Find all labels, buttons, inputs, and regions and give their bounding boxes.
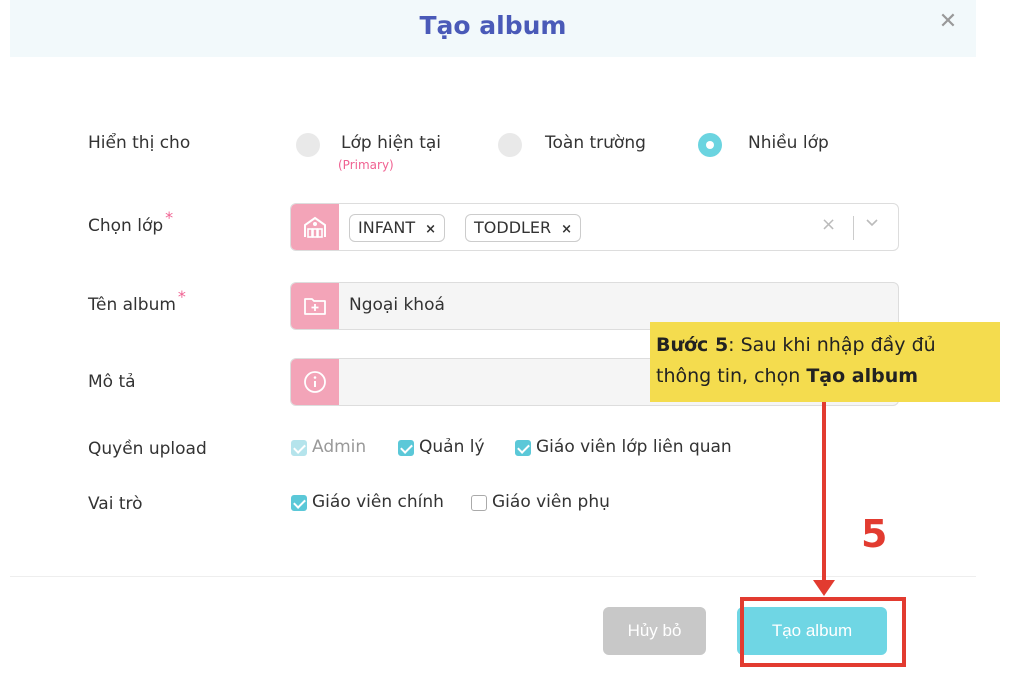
radio-current-class-sublabel: (Primary): [338, 158, 394, 172]
cancel-button[interactable]: Hủy bỏ: [603, 607, 706, 655]
checkbox-related-teacher[interactable]: [515, 440, 531, 456]
album-name-input[interactable]: Ngoại khoá: [349, 295, 445, 315]
radio-multiple-classes[interactable]: [698, 133, 722, 157]
checkbox-main-teacher[interactable]: [291, 495, 307, 511]
step-number: 5: [861, 512, 888, 556]
class-select[interactable]: INFANT × TODDLER × ×: [290, 203, 899, 251]
album-name-label: Tên album *: [88, 287, 186, 315]
class-select-label-text: Chọn lớp: [88, 216, 164, 236]
footer-divider: [10, 576, 976, 577]
tag-toddler: TODDLER ×: [465, 214, 582, 242]
close-icon[interactable]: ✕: [934, 8, 962, 36]
callout-step: Bước 5: [656, 334, 729, 356]
radio-whole-school[interactable]: [498, 133, 522, 157]
role-label: Vai trò: [88, 494, 143, 514]
select-separator: [853, 216, 854, 240]
radio-current-class-label: Lớp hiện tại: [341, 133, 442, 153]
checkbox-admin-label: Admin: [312, 437, 367, 457]
album-name-label-text: Tên album: [88, 295, 176, 315]
display-for-label: Hiển thị cho: [88, 133, 191, 153]
tag-remove-icon[interactable]: ×: [561, 222, 572, 237]
info-icon: [291, 359, 339, 405]
tag-remove-icon[interactable]: ×: [425, 222, 436, 237]
tag-infant-label: INFANT: [358, 218, 416, 237]
folder-plus-icon: [291, 283, 339, 329]
chevron-down-icon[interactable]: [865, 212, 879, 236]
class-building-icon: [291, 204, 339, 250]
arrow-head-icon: [813, 580, 835, 596]
tag-toddler-label: TODDLER: [474, 218, 552, 237]
description-label: Mô tả: [88, 372, 136, 392]
step-arrow: [822, 402, 826, 582]
required-mark: *: [165, 208, 174, 227]
radio-current-class[interactable]: [296, 133, 320, 157]
checkbox-main-teacher-label: Giáo viên chính: [312, 492, 444, 512]
checkbox-related-teacher-label: Giáo viên lớp liên quan: [536, 437, 732, 457]
radio-whole-school-label: Toàn trường: [545, 133, 646, 153]
radio-multiple-classes-label: Nhiều lớp: [748, 133, 829, 153]
checkbox-admin: [291, 440, 307, 456]
required-mark: *: [177, 287, 186, 306]
checkbox-manager-label: Quản lý: [419, 437, 485, 457]
checkbox-assistant-teacher-label: Giáo viên phụ: [492, 492, 610, 512]
checkbox-assistant-teacher[interactable]: [471, 495, 487, 511]
checkbox-manager[interactable]: [398, 440, 414, 456]
modal-title: Tạo album: [419, 11, 567, 40]
upload-permission-label: Quyền upload: [88, 439, 207, 459]
callout-action: Tạo album: [806, 365, 919, 387]
class-select-label: Chọn lớp *: [88, 208, 173, 236]
step-callout: Bước 5: Sau khi nhập đầy đủ thông tin, c…: [650, 322, 1000, 402]
tag-infant: INFANT ×: [349, 214, 446, 242]
clear-icon[interactable]: ×: [821, 214, 836, 235]
step-highlight-box: [740, 597, 906, 667]
